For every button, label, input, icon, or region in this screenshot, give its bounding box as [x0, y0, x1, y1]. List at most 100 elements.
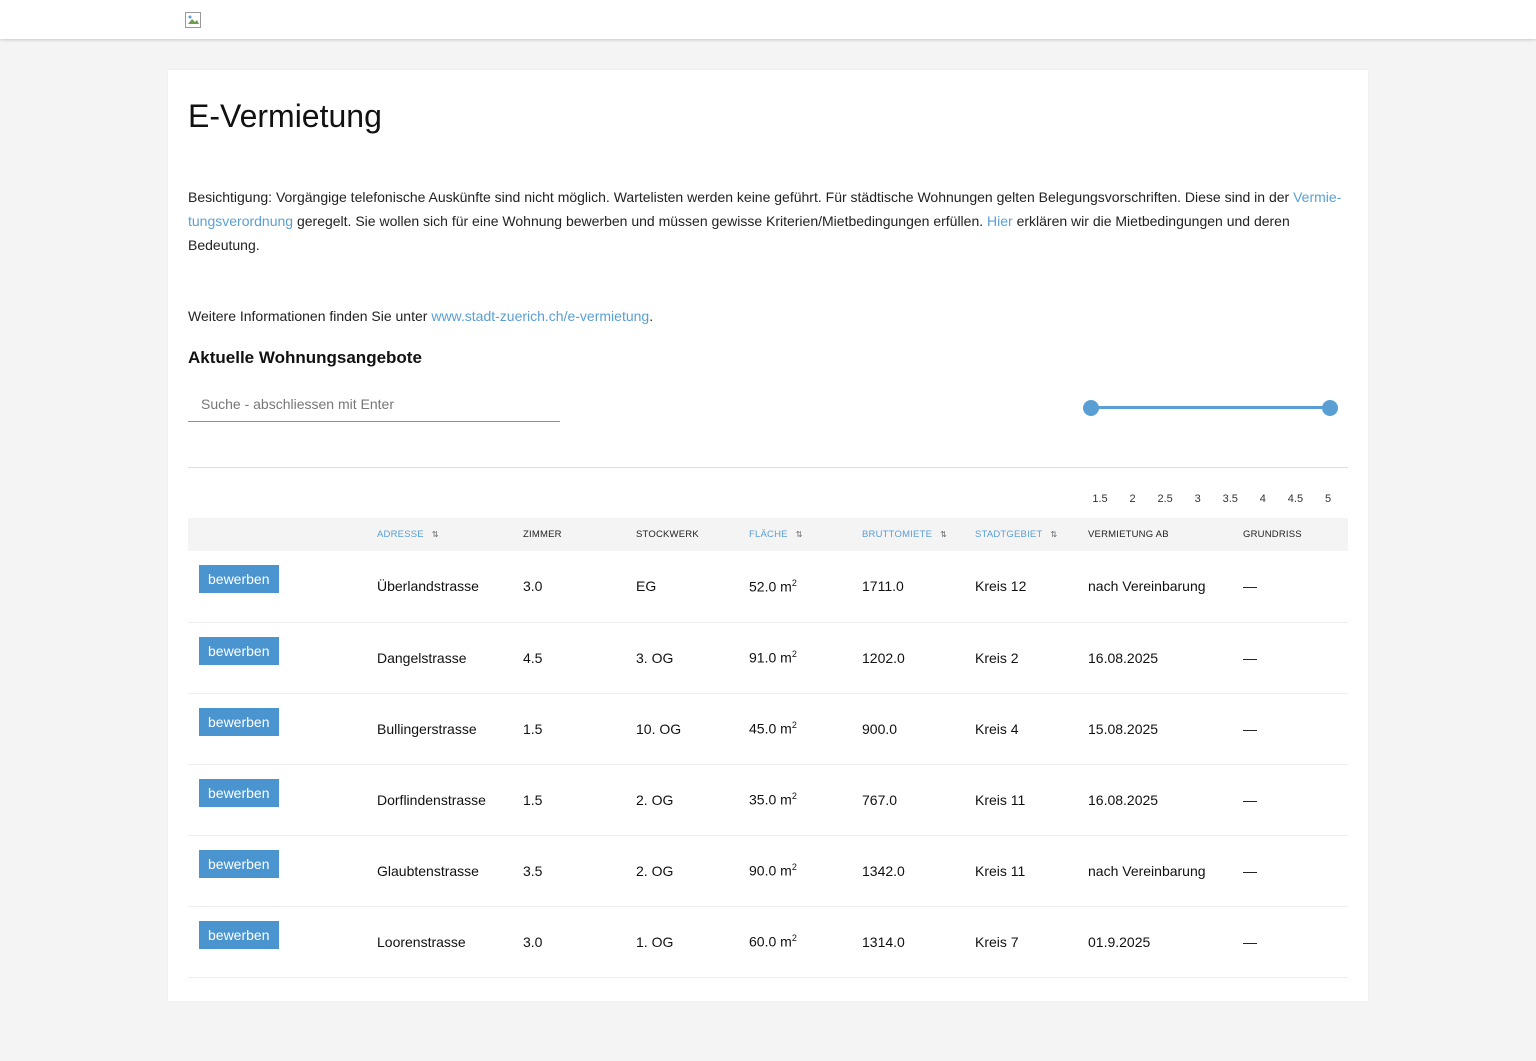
table-body: bewerben Überlandstrasse 3.0 EG 52.0 m2 1711.… — [188, 551, 1348, 977]
hier-link[interactable]: Hier — [987, 213, 1013, 229]
slider-tick-label: 1.5 — [1092, 493, 1108, 505]
cell-bruttomiete: 1342.0 — [862, 862, 905, 879]
intro-text-part: Besichtigung: Vorgängige telefonische Au… — [188, 189, 1294, 205]
sort-icon[interactable]: ⇅ — [940, 530, 947, 539]
header-bruttomiete[interactable]: Bruttomiete ⇅ — [862, 518, 975, 551]
more-info-suffix: . — [649, 308, 654, 324]
intro-text-part: geregelt. Sie wollen sich für eine Wohnu… — [293, 213, 988, 229]
slider-tick-label: 3.5 — [1222, 493, 1238, 505]
area-exponent: 2 — [791, 791, 797, 802]
cell-stockwerk: 2. OG — [636, 862, 674, 879]
area-exponent: 2 — [791, 720, 797, 731]
area-value: 90.0 — [749, 862, 777, 879]
bewerben-button[interactable]: bewerben — [199, 849, 279, 878]
bewerben-button[interactable]: bewerben — [199, 565, 279, 594]
table-row: bewerben Überlandstrasse 3.0 EG 52.0 m2 1711.… — [188, 551, 1348, 622]
cell-stockwerk: 2. OG — [636, 791, 674, 808]
cell-vermietung-ab: nach Vereinbarung — [1088, 578, 1206, 595]
area-exponent: 2 — [791, 933, 797, 944]
area-exponent: 2 — [791, 649, 797, 660]
header-grundriss: Grundriss — [1243, 529, 1302, 540]
divider — [188, 467, 1348, 468]
table-row: bewerben Dorflindenstrasse 1.5 2. OG 35.0 m2… — [188, 764, 1348, 835]
table-row: bewerben Glaubtenstrasse 3.5 2. OG 90.0 m2 13… — [188, 835, 1348, 906]
cell-vermietung-ab: 15.08.2025 — [1088, 720, 1159, 737]
cell-zimmer: 3.5 — [523, 862, 543, 879]
area-exponent: 2 — [791, 577, 797, 588]
cell-flaeche: 52.0 m2 — [749, 551, 862, 622]
header-flaeche[interactable]: Fläche ⇅ — [749, 518, 862, 551]
sort-icon[interactable]: ⇅ — [432, 530, 439, 539]
action-cell: bewerben — [188, 764, 377, 835]
page-title: E-Vermietung — [188, 98, 382, 134]
cell-vermietung-ab: 01.9.2025 — [1088, 933, 1151, 950]
cell-bruttomiete: 767.0 — [862, 791, 898, 808]
slider-tick-label: 2 — [1129, 493, 1136, 505]
table-row: bewerben Loorenstrasse 3.0 1. OG 60.0 m2 1314… — [188, 906, 1348, 977]
slider-track[interactable] — [1091, 406, 1331, 409]
header-stadtgebiet[interactable]: Stadtgebiet ⇅ — [975, 518, 1088, 551]
action-cell: bewerben — [188, 622, 377, 693]
header-adresse[interactable]: Adresse ⇅ — [377, 518, 523, 551]
area-value: 45.0 — [749, 720, 777, 737]
search-input[interactable] — [188, 387, 560, 422]
area-unit: m — [780, 649, 792, 666]
slider-tick-label: 3 — [1194, 493, 1201, 505]
slider-min-handle[interactable] — [1083, 400, 1099, 416]
bewerben-button[interactable]: bewerben — [199, 920, 279, 949]
cell-grundriss: — — [1243, 720, 1257, 737]
cell-stockwerk: 10. OG — [636, 720, 682, 737]
action-cell: bewerben — [188, 906, 377, 977]
cell-stadtgebiet: Kreis 4 — [975, 720, 1019, 737]
area-unit: m — [780, 933, 792, 950]
cell-grundriss: — — [1243, 862, 1257, 879]
cell-zimmer: 1.5 — [523, 720, 543, 737]
sort-icon[interactable]: ⇅ — [796, 530, 803, 539]
cell-flaeche: 60.0 m2 — [749, 906, 862, 977]
cell-zimmer: 3.0 — [523, 578, 543, 595]
cell-stockwerk: 1. OG — [636, 933, 674, 950]
header-vermietung-ab: Vermietung ab — [1088, 529, 1169, 540]
offers-heading: Aktuelle Wohnungsangebote — [188, 348, 422, 367]
cell-stadtgebiet: Kreis 2 — [975, 649, 1019, 666]
more-info-prefix: Weitere Informationen finden Sie unter — [188, 308, 432, 324]
area-exponent: 2 — [791, 862, 797, 873]
slider-tick-label: 5 — [1324, 493, 1332, 505]
top-bar — [0, 0, 1536, 39]
broken-image-icon — [185, 12, 201, 28]
bewerben-button[interactable]: bewerben — [199, 707, 279, 736]
cell-adresse: Glaubtenstrasse — [377, 862, 479, 879]
cell-adresse: Dorflindenstrasse — [377, 791, 486, 808]
cell-flaeche: 35.0 m2 — [749, 764, 862, 835]
cell-grundriss: — — [1243, 791, 1257, 808]
cell-stockwerk: 3. OG — [636, 649, 674, 666]
cell-bruttomiete: 1202.0 — [862, 649, 905, 666]
logo-image[interactable] — [185, 12, 201, 28]
area-value: 35.0 — [749, 791, 777, 808]
area-value: 52.0 — [749, 578, 777, 595]
area-value: 60.0 — [749, 933, 777, 950]
cell-adresse: Bullingerstrasse — [377, 720, 477, 737]
cell-stadtgebiet: Kreis 11 — [975, 862, 1026, 879]
slider-tick-label: 4.5 — [1287, 493, 1304, 505]
header-label: Adresse — [377, 529, 424, 540]
sort-icon[interactable]: ⇅ — [1050, 530, 1057, 539]
slider-tick-label: 2.5 — [1157, 493, 1173, 505]
cell-stadtgebiet: Kreis 7 — [975, 933, 1019, 950]
e-vermietung-link[interactable]: www.stadt-zuerich.ch/e-vermietung — [431, 308, 649, 324]
more-info-text: Weitere Informationen finden Sie unter w… — [188, 304, 653, 328]
cell-flaeche: 91.0 m2 — [749, 622, 862, 693]
cell-adresse: Überlandstrasse — [377, 578, 479, 595]
cell-grundriss: — — [1243, 933, 1257, 950]
cell-zimmer: 4.5 — [523, 649, 543, 666]
bewerben-button[interactable]: bewerben — [199, 778, 279, 807]
cell-bruttomiete: 900.0 — [862, 720, 898, 737]
cell-zimmer: 3.0 — [523, 933, 543, 950]
action-cell: bewerben — [188, 835, 377, 906]
area-value: 91.0 — [749, 649, 777, 666]
header-zimmer: Zimmer — [523, 529, 562, 540]
slider-tick-labels: 1.5 2 2.5 3 3.5 4 4.5 5 — [1078, 493, 1338, 507]
rooms-range-slider[interactable] — [1083, 399, 1338, 439]
slider-max-handle[interactable] — [1322, 400, 1338, 416]
bewerben-button[interactable]: bewerben — [199, 636, 279, 665]
